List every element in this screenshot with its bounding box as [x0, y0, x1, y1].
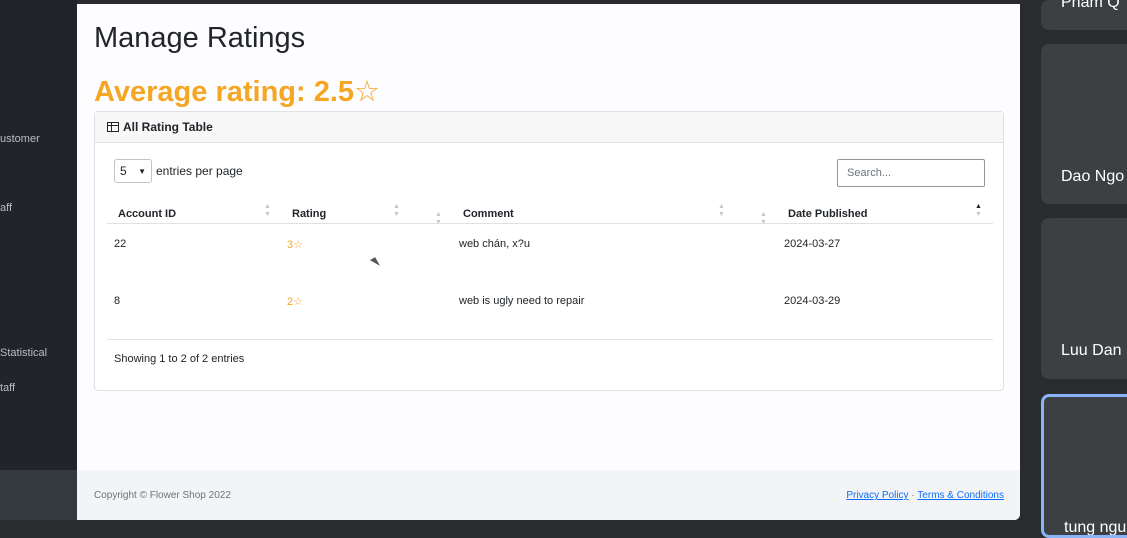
- privacy-policy-link[interactable]: Privacy Policy: [846, 490, 908, 501]
- footer-separator: ·: [911, 490, 915, 501]
- column-header-rating[interactable]: Rating: [292, 208, 326, 220]
- entries-value: 5: [120, 164, 127, 178]
- sidebar-item-staff-2[interactable]: taff: [0, 382, 15, 394]
- cell-rating: 3☆: [287, 239, 303, 251]
- cell-date-published: 2024-03-29: [784, 295, 841, 307]
- participant-name: Dao Ngo: [1061, 168, 1125, 185]
- participant-name: Pham Q: [1061, 0, 1120, 11]
- table-header-divider: [107, 223, 993, 224]
- sidebar-item-staff[interactable]: aff: [0, 202, 12, 214]
- copyright-text: Copyright © Flower Shop 2022: [94, 490, 231, 501]
- table-icon: [107, 122, 119, 132]
- sidebar-bottom-panel: [0, 470, 77, 520]
- column-header-account-id[interactable]: Account ID: [118, 208, 176, 220]
- sort-icon: ▲ ▼: [718, 203, 725, 218]
- cell-account-id: 22: [114, 238, 127, 250]
- footer-links: Privacy Policy · Terms & Conditions: [846, 490, 1004, 501]
- cell-comment: web chán, x?u: [459, 238, 530, 250]
- participant-name: Luu Dan: [1061, 342, 1122, 359]
- search-input[interactable]: Search...: [837, 159, 985, 187]
- column-header-comment[interactable]: Comment: [463, 208, 514, 220]
- card-header: All Rating Table: [95, 112, 1003, 143]
- rating-table-card: All Rating Table 5 ▼ entries per page Se…: [94, 111, 1004, 391]
- sort-icon: ▲ ▼: [975, 203, 982, 218]
- column-header-date-published[interactable]: Date Published: [788, 208, 867, 220]
- admin-sidebar: ustomer aff Statistical taff: [0, 0, 77, 470]
- cell-account-id: 8: [114, 295, 121, 307]
- page-footer: Copyright © Flower Shop 2022 Privacy Pol…: [77, 470, 1020, 520]
- entries-per-page: 5 ▼ entries per page: [114, 159, 243, 183]
- main-content: Manage Ratings Average rating: 2.5☆ All …: [77, 4, 1020, 520]
- participant-name: tung ngu: [1064, 519, 1127, 536]
- average-rating: Average rating: 2.5☆: [94, 76, 381, 108]
- card-title: All Rating Table: [123, 120, 213, 134]
- sort-icon: ▲ ▼: [760, 211, 767, 226]
- cell-rating: 2☆: [287, 296, 303, 308]
- sidebar-item-statistical[interactable]: Statistical: [0, 347, 47, 359]
- showing-entries: Showing 1 to 2 of 2 entries: [114, 353, 245, 365]
- sort-icon: ▲ ▼: [264, 203, 271, 218]
- terms-conditions-link[interactable]: Terms & Conditions: [917, 490, 1004, 501]
- entries-label: entries per page: [156, 164, 243, 178]
- participant-tile[interactable]: Luu Dan: [1041, 218, 1127, 379]
- page-title: Manage Ratings: [94, 22, 306, 54]
- table-footer-divider: [107, 339, 993, 340]
- chevron-down-icon: ▼: [138, 166, 146, 176]
- entries-select[interactable]: 5 ▼: [114, 159, 152, 183]
- participant-tile-active[interactable]: tung ngu: [1041, 394, 1127, 538]
- sort-icon: ▲ ▼: [393, 203, 400, 218]
- participant-tile[interactable]: Dao Ngo: [1041, 44, 1127, 204]
- sort-icon: ▲ ▼: [435, 211, 442, 226]
- participant-tile[interactable]: Pham Q: [1041, 0, 1127, 30]
- sidebar-item-customer[interactable]: ustomer: [0, 133, 40, 145]
- cell-comment: web is ugly need to repair: [459, 295, 585, 307]
- cell-date-published: 2024-03-27: [784, 238, 841, 250]
